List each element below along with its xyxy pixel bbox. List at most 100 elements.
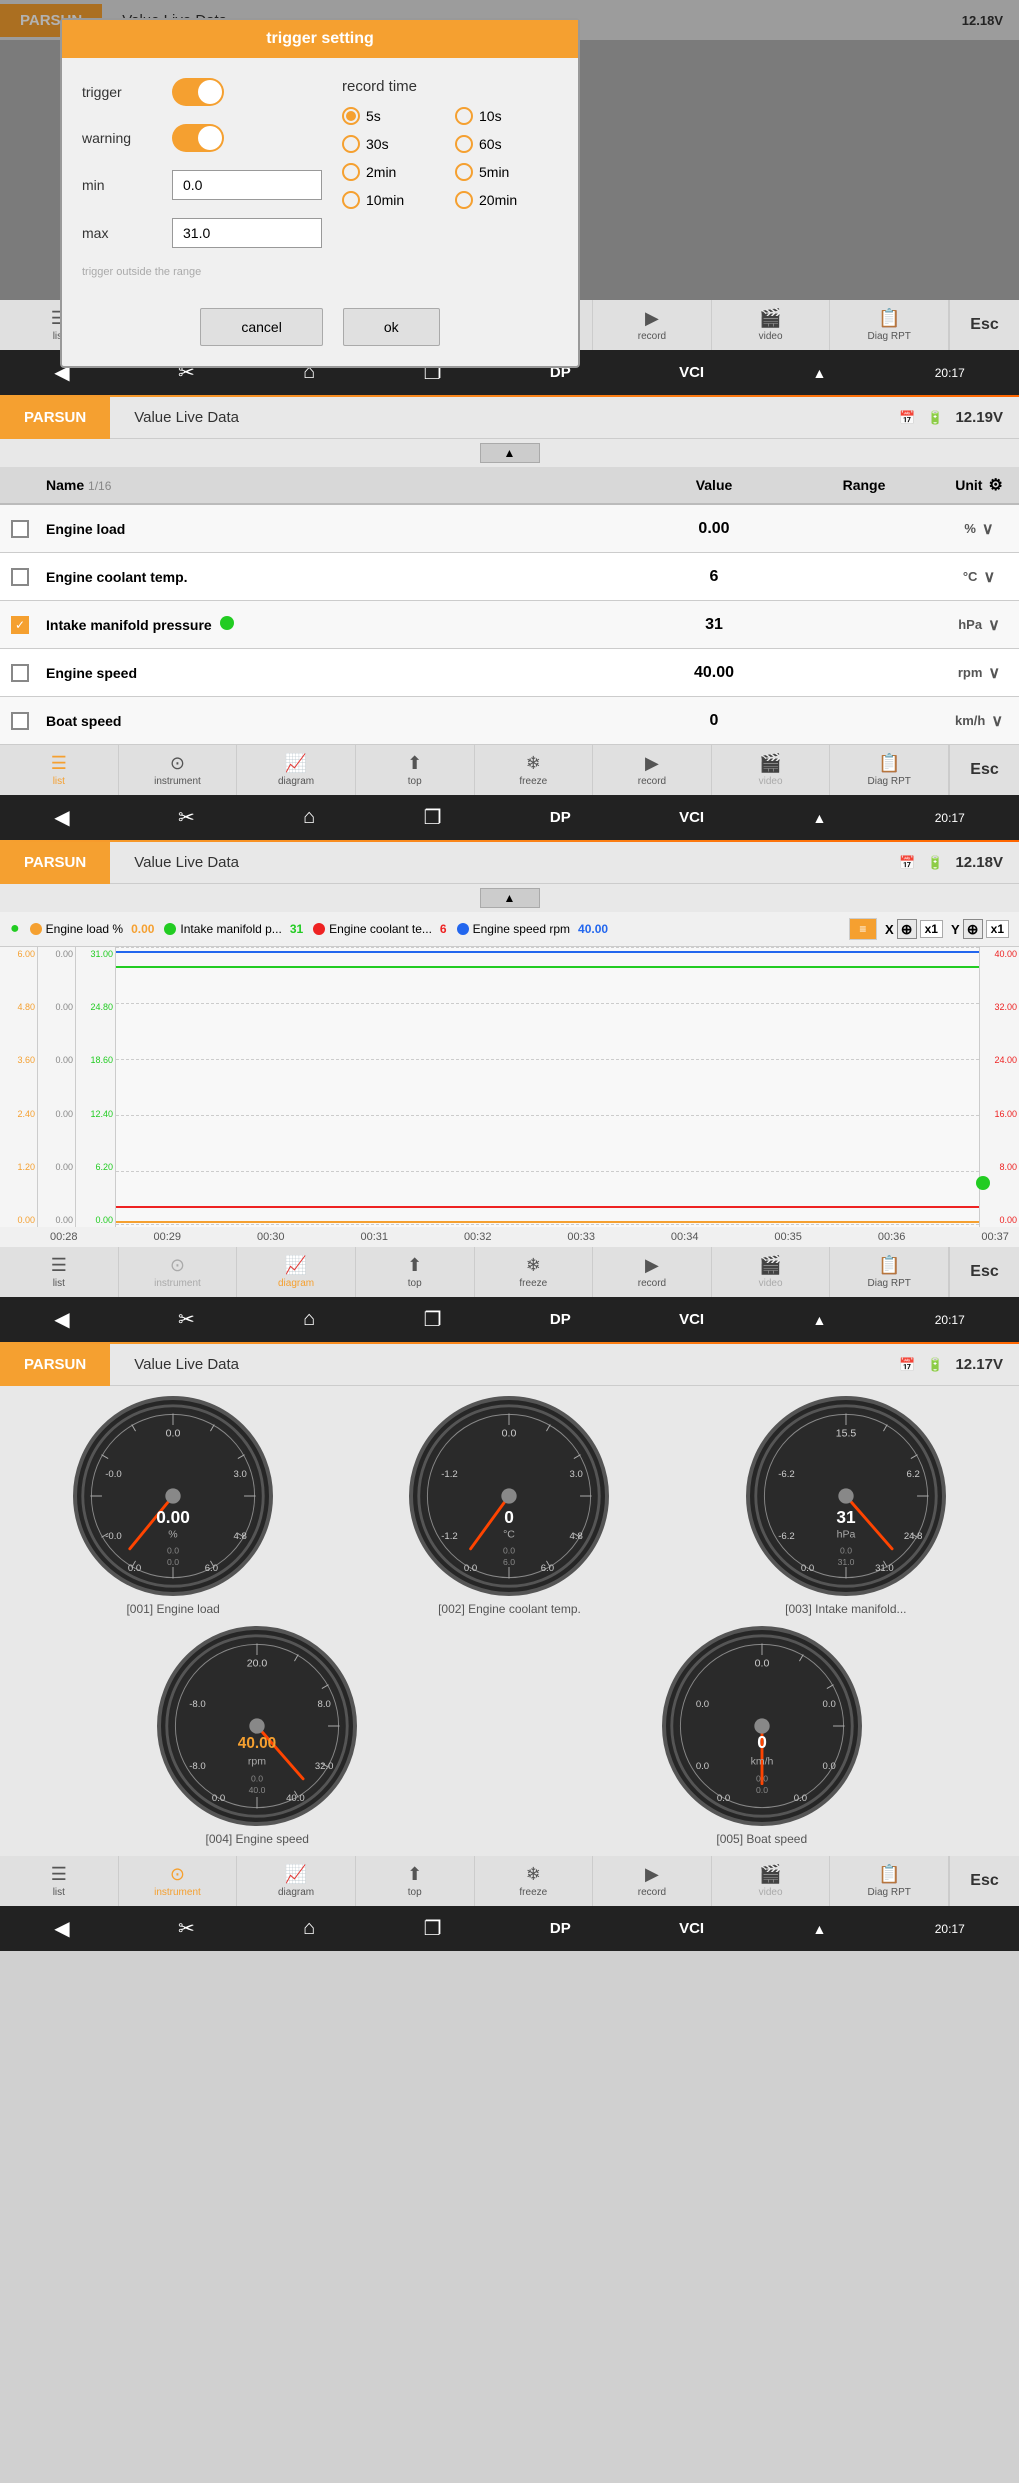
nav-bar-s2: ◀ ✂ ⌂ ❐ DP VCI ▲ 20:17 <box>0 795 1019 840</box>
scissors-icon-s3[interactable]: ✂ <box>178 1307 195 1332</box>
copy-icon-s4[interactable]: ❐ <box>424 1916 442 1941</box>
check-col-1[interactable] <box>0 520 40 538</box>
scroll-up-btn-s3[interactable]: ▲ <box>480 888 540 908</box>
check-col-5[interactable] <box>0 712 40 730</box>
toolbar-top-s3[interactable]: ⬆ top <box>356 1247 475 1297</box>
settings-gear-icon[interactable]: ⚙ <box>988 475 1002 495</box>
check-col-2[interactable] <box>0 568 40 586</box>
back-icon-s2[interactable]: ◀ <box>54 805 69 830</box>
radio-label-10min: 10min <box>366 192 404 208</box>
chevron-4[interactable]: ∨ <box>988 663 1000 683</box>
chevron-1[interactable]: ∨ <box>982 519 994 539</box>
esc-button-s1[interactable]: Esc <box>949 300 1019 350</box>
toolbar-record-s4[interactable]: ▶ record <box>593 1856 712 1906</box>
toolbar-instrument-s4[interactable]: ⊙ instrument <box>119 1856 238 1906</box>
scroll-up-btn-s2[interactable]: ▲ <box>480 443 540 463</box>
checkbox-4[interactable] <box>11 664 29 682</box>
unit-col-3: hPa ∨ <box>939 615 1019 635</box>
toolbar-instrument-s2[interactable]: ⊙ instrument <box>119 745 238 795</box>
back-icon-s4[interactable]: ◀ <box>54 1916 69 1941</box>
diag-rpt-icon-s4: 📋 <box>878 1864 900 1885</box>
toolbar-record-s3[interactable]: ▶ record <box>593 1247 712 1297</box>
active-dot-3 <box>220 616 234 630</box>
toolbar-video-s2[interactable]: 🎬 video <box>712 745 831 795</box>
toolbar-list-s2[interactable]: ☰ list <box>0 745 119 795</box>
radio-2min[interactable]: 2min <box>342 163 445 181</box>
svg-text:rpm: rpm <box>248 1755 266 1767</box>
cancel-button[interactable]: cancel <box>200 308 322 346</box>
min-label: min <box>82 177 172 193</box>
check-col-3[interactable] <box>0 616 40 634</box>
toolbar-record[interactable]: ▶ record <box>593 300 712 350</box>
toolbar-items-s4: ☰ list ⊙ instrument 📈 diagram ⬆ top ❄ fr… <box>0 1856 949 1906</box>
warning-toggle[interactable] <box>172 124 224 152</box>
chevron-5[interactable]: ∨ <box>991 711 1003 731</box>
esc-button-s2[interactable]: Esc <box>949 745 1019 795</box>
esc-button-s4[interactable]: Esc <box>949 1856 1019 1906</box>
radio-label-30s: 30s <box>366 136 389 152</box>
svg-text:0.0: 0.0 <box>801 1563 814 1574</box>
toolbar-diag-rpt-s4[interactable]: 📋 Diag RPT <box>830 1856 949 1906</box>
gauge-circle-engine-load: 0.0 3.0 -0.0 4.8 -0.0 6.0 0.0 <box>73 1396 273 1596</box>
value-live-tab-s2[interactable]: Value Live Data <box>110 397 263 439</box>
radio-label-20min: 20min <box>479 192 517 208</box>
check-col-4[interactable] <box>0 664 40 682</box>
toolbar-diagram-s4[interactable]: 📈 diagram <box>237 1856 356 1906</box>
checkbox-3[interactable] <box>11 616 29 634</box>
toolbar-list-s3[interactable]: ☰ list <box>0 1247 119 1297</box>
trigger-toggle[interactable] <box>172 78 224 106</box>
checkbox-1[interactable] <box>11 520 29 538</box>
value-live-tab-s4[interactable]: Value Live Data <box>110 1344 263 1386</box>
radio-10min[interactable]: 10min <box>342 191 445 209</box>
toolbar-diag-rpt-s3[interactable]: 📋 Diag RPT <box>830 1247 949 1297</box>
toolbar-freeze-s3[interactable]: ❄ freeze <box>475 1247 594 1297</box>
home-icon-s3[interactable]: ⌂ <box>303 1308 315 1331</box>
scissors-icon-s2[interactable]: ✂ <box>178 805 195 830</box>
toolbar-video[interactable]: 🎬 video <box>712 300 831 350</box>
copy-icon-s3[interactable]: ❐ <box>424 1307 442 1332</box>
parsun-tab-s4[interactable]: PARSUN <box>0 1344 110 1386</box>
toolbar-freeze-s2[interactable]: ❄ freeze <box>475 745 594 795</box>
back-icon-s3[interactable]: ◀ <box>54 1307 69 1332</box>
ok-button[interactable]: ok <box>343 308 440 346</box>
toolbar-diag-rpt-s2[interactable]: 📋 Diag RPT <box>830 745 949 795</box>
toolbar-freeze-s4[interactable]: ❄ freeze <box>475 1856 594 1906</box>
toolbar-diagram-s2[interactable]: 📈 diagram <box>237 745 356 795</box>
checkbox-2[interactable] <box>11 568 29 586</box>
radio-5min[interactable]: 5min <box>455 163 558 181</box>
esc-button-s3[interactable]: Esc <box>949 1247 1019 1297</box>
x-zoom-in-btn[interactable]: ⊕ <box>897 919 917 939</box>
chevron-3[interactable]: ∨ <box>988 615 1000 635</box>
legend-controls: ≡ X ⊕ x1 Y ⊕ x1 <box>849 918 1009 940</box>
parsun-tab-s2[interactable]: PARSUN <box>0 397 110 439</box>
scissors-icon-s4[interactable]: ✂ <box>178 1916 195 1941</box>
radio-5s[interactable]: 5s <box>342 107 445 125</box>
toolbar-video-s3[interactable]: 🎬 video <box>712 1247 831 1297</box>
y-zoom-in-btn[interactable]: ⊕ <box>963 919 983 939</box>
radio-label-60s: 60s <box>479 136 502 152</box>
value-live-tab-s3[interactable]: Value Live Data <box>110 842 263 884</box>
toolbar-video-s4[interactable]: 🎬 video <box>712 1856 831 1906</box>
checkbox-5[interactable] <box>11 712 29 730</box>
parsun-tab-s3[interactable]: PARSUN <box>0 842 110 884</box>
toolbar-top-s2[interactable]: ⬆ top <box>356 745 475 795</box>
x-label-4: 00:31 <box>360 1231 388 1243</box>
copy-icon-s2[interactable]: ❐ <box>424 805 442 830</box>
radio-10s[interactable]: 10s <box>455 107 558 125</box>
radio-30s[interactable]: 30s <box>342 135 445 153</box>
min-input[interactable] <box>172 170 322 200</box>
toolbar-list-s4[interactable]: ☰ list <box>0 1856 119 1906</box>
chevron-2[interactable]: ∨ <box>983 567 995 587</box>
toolbar-record-s2[interactable]: ▶ record <box>593 745 712 795</box>
home-icon-s4[interactable]: ⌂ <box>303 1917 315 1940</box>
toolbar-instrument-s3[interactable]: ⊙ instrument <box>119 1247 238 1297</box>
toolbar-diagram-s3[interactable]: 📈 diagram <box>237 1247 356 1297</box>
radio-20min[interactable]: 20min <box>455 191 558 209</box>
max-input[interactable] <box>172 218 322 248</box>
toolbar-top-s4[interactable]: ⬆ top <box>356 1856 475 1906</box>
home-icon-s2[interactable]: ⌂ <box>303 806 315 829</box>
dialog-right-panel: record time 5s 10s 30s <box>342 78 558 278</box>
legend-color-btn[interactable]: ≡ <box>849 918 877 940</box>
toolbar-diag-rpt[interactable]: 📋 Diag RPT <box>830 300 949 350</box>
radio-60s[interactable]: 60s <box>455 135 558 153</box>
